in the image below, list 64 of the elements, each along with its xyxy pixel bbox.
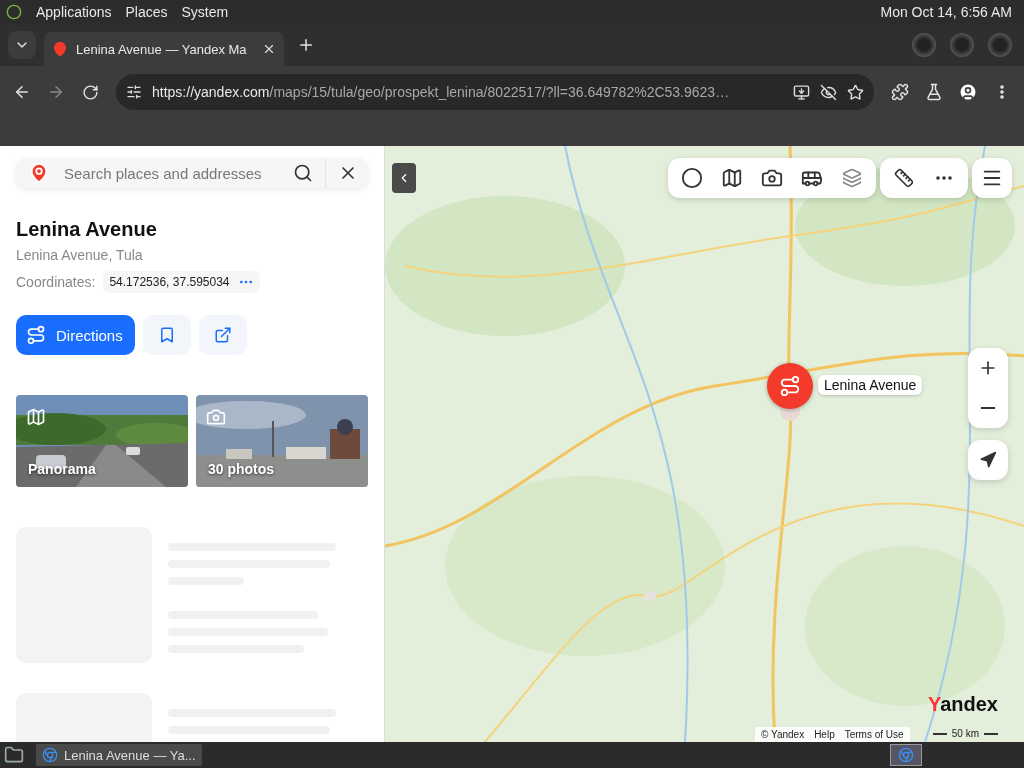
- share-button[interactable]: [198, 315, 247, 355]
- marker-label: Lenina Avenue: [818, 375, 923, 395]
- folder-icon[interactable]: [4, 745, 24, 765]
- minus-icon: [981, 407, 995, 409]
- layers-icon: [842, 168, 862, 188]
- browser-icon: [898, 747, 914, 763]
- more-icon: [936, 176, 952, 180]
- address-bar[interactable]: https://yandex.com/maps/15/tula/geo/prospekt_lenina/8022517/?ll=36.649782%2C53.9623…: [116, 74, 874, 110]
- browser-icon: [42, 747, 58, 763]
- eye-off-icon[interactable]: [820, 83, 837, 101]
- forward-arrow-icon: [47, 83, 65, 101]
- panel-menu[interactable]: Places: [125, 4, 168, 20]
- locate-arrow-icon: [979, 451, 997, 469]
- place-address: Lenina Avenue, Tula: [16, 247, 144, 263]
- pin-icon: [28, 162, 50, 184]
- attribution-link[interactable]: © Yandex: [761, 729, 805, 740]
- map-icon: [26, 407, 46, 427]
- tray-browser-button[interactable]: [890, 744, 922, 766]
- attribution-link[interactable]: Terms of Use: [844, 729, 904, 740]
- reload-icon: [81, 83, 99, 101]
- kebab-menu-icon: [1000, 85, 1004, 99]
- flask-icon: [925, 83, 943, 101]
- scale-bar: [984, 732, 998, 735]
- camera-icon: [206, 407, 226, 427]
- share-icon: [213, 326, 232, 344]
- tab-list-button[interactable]: [8, 31, 36, 59]
- panel-menu[interactable]: System: [181, 4, 229, 20]
- map-logo: Yandex: [927, 693, 998, 716]
- media-label: Panorama: [28, 461, 96, 477]
- attribution-link[interactable]: Help: [814, 729, 835, 740]
- puzzle-icon: [891, 83, 909, 101]
- coordinates-chip[interactable]: 54.172536, 37.595034: [103, 271, 260, 293]
- plus-icon: [297, 36, 315, 54]
- panel-menu[interactable]: Applications: [36, 4, 112, 20]
- route-icon: [779, 375, 801, 397]
- taskbar-window[interactable]: Lenina Avenue — Ya...: [36, 744, 202, 766]
- user-icon: [958, 82, 978, 102]
- tab-title: Lenina Avenue — Yandex Ma: [76, 41, 248, 57]
- search-icon[interactable]: [293, 163, 313, 183]
- place-title: Lenina Avenue: [16, 218, 158, 241]
- route-icon: [26, 325, 46, 345]
- media-label: 30 photos: [208, 461, 275, 477]
- collapse-button[interactable]: [392, 163, 416, 193]
- ruler-icon: [894, 168, 914, 188]
- media-card[interactable]: Panorama: [16, 395, 188, 487]
- search-bar[interactable]: Search places and addresses: [16, 158, 368, 188]
- coordinates-label: Coordinates:: [16, 274, 96, 290]
- bookmark-button[interactable]: [142, 315, 191, 355]
- clock: Mon Oct 14, 6:56 AM: [880, 4, 1013, 20]
- scale-label: 50 km: [951, 728, 979, 739]
- search-field[interactable]: Search places and addresses: [62, 163, 281, 183]
- browser-tab[interactable]: Lenina Avenue — Yandex Ma: [44, 32, 284, 66]
- bookmark-star-icon[interactable]: [847, 83, 864, 101]
- close-icon[interactable]: [262, 42, 276, 56]
- camera-icon: [761, 167, 783, 189]
- map-icon: [721, 167, 743, 189]
- install-icon[interactable]: [793, 83, 810, 101]
- system-logo-icon[interactable]: [6, 4, 22, 20]
- site-settings-icon[interactable]: [126, 84, 142, 100]
- circle-icon: [681, 167, 703, 189]
- directions-button[interactable]: Directions: [16, 315, 135, 355]
- url-text: https://yandex.com/maps/15/tula/geo/prospekt_lenina/8022517/?ll=36.649782%2C53.9623…: [152, 84, 731, 100]
- scale-bar: [932, 732, 947, 735]
- pin-icon: [52, 41, 68, 57]
